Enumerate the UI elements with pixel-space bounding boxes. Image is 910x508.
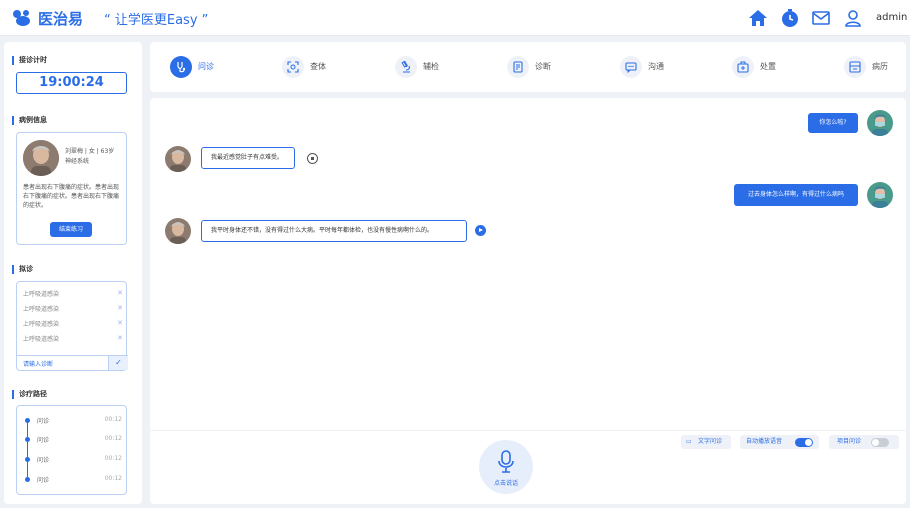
project-consult-control: 项目问诊 <box>829 435 899 449</box>
tab-label: 处置 <box>760 62 776 71</box>
stethoscope-icon <box>170 56 192 78</box>
tab-label: 沟通 <box>648 62 664 71</box>
chat-panel: 你怎么啦? 我最近感觉肚子有点难受。 过去身体怎么样啊，有得过什么病吗 我平时身… <box>150 98 906 504</box>
remove-icon[interactable]: ✕ <box>117 334 123 342</box>
diagnosis-input[interactable]: 请输入诊断 ✓ <box>17 355 128 370</box>
path-title: 诊疗路径 <box>12 390 47 399</box>
tab-label: 问诊 <box>198 62 214 71</box>
document-icon <box>507 56 529 78</box>
patient-message: 我平时身体还不错，没有得过什么大病。平时每年都体检，也没有慢性病啊什么的。 <box>201 220 467 242</box>
diagnosis-item-label: 上呼吸道感染 <box>23 306 60 313</box>
project-consult-toggle[interactable] <box>871 438 889 447</box>
path-item[interactable]: 问诊 00:12 <box>17 416 128 426</box>
tab-label: 查体 <box>310 62 326 71</box>
path-label: 问诊 <box>37 457 50 464</box>
path-label: 问诊 <box>37 477 50 484</box>
case-info-title: 病例信息 <box>12 116 47 125</box>
medkit-icon <box>732 56 754 78</box>
path-label: 问诊 <box>37 437 50 444</box>
doctor-message: 过去身体怎么样啊，有得过什么病吗 <box>734 184 858 206</box>
tab-label: 辅检 <box>423 62 439 71</box>
remove-icon[interactable]: ✕ <box>117 319 123 327</box>
diagnosis-placeholder: 请输入诊断 <box>23 361 54 368</box>
scan-icon <box>282 56 304 78</box>
patient-dept: 神经系统 <box>65 158 90 165</box>
step-tabs: 问诊 查体 辅检 诊断 沟通 处置 病历 <box>150 42 906 92</box>
patient-avatar <box>23 140 59 176</box>
username[interactable]: admin <box>876 12 907 23</box>
doctor-avatar <box>867 110 893 136</box>
diagnosis-item-label: 上呼吸道感染 <box>23 291 60 298</box>
end-practice-button[interactable]: 结束练习 <box>50 222 92 237</box>
path-time: 00:12 <box>104 475 122 482</box>
auto-play-control: 自动播放语音 <box>740 435 819 449</box>
chat-icon <box>620 56 642 78</box>
path-item[interactable]: 问诊 00:12 <box>17 435 128 445</box>
diagnosis-title: 拟诊 <box>12 265 33 274</box>
path-dot <box>25 457 30 462</box>
path-time: 00:12 <box>104 416 122 423</box>
auto-play-toggle[interactable] <box>795 438 813 447</box>
microphone-icon <box>498 450 514 473</box>
record-icon <box>844 56 866 78</box>
diagnosis-item: 上呼吸道感染 ✕ <box>23 319 123 329</box>
stop-audio-icon[interactable] <box>307 153 318 164</box>
play-audio-icon[interactable] <box>475 225 486 236</box>
patient-info: 刘翠梅 | 女 | 63岁 神经系统 <box>65 147 125 167</box>
text-consult-label: 文字问诊 <box>698 438 723 445</box>
patient-basic: 刘翠梅 | 女 | 63岁 <box>65 148 115 155</box>
patient-chat-avatar <box>165 218 191 244</box>
mail-icon[interactable] <box>811 8 831 28</box>
path-time: 00:12 <box>104 435 122 442</box>
path-item[interactable]: 问诊 00:12 <box>17 455 128 465</box>
timer-display: 19:00:24 <box>16 72 127 94</box>
diagnosis-box: 上呼吸道感染 ✕ 上呼吸道感染 ✕ 上呼吸道感染 ✕ 上呼吸道感染 ✕ 请输入诊… <box>16 281 128 371</box>
diagnosis-item-label: 上呼吸道感染 <box>23 336 60 343</box>
patient-message: 我最近感觉肚子有点难受。 <box>201 147 295 169</box>
treatment-path: 问诊 00:12 问诊 00:12 问诊 00:12 问诊 00:12 <box>16 405 127 495</box>
diagnosis-item: 上呼吸道感染 ✕ <box>23 289 123 299</box>
microphone-button[interactable]: 点击说话 <box>479 440 533 494</box>
patient-description: 患者出现右下腹痛的症状。患者出现右下腹痛的症状。患者出现右下腹痛的症状。 <box>23 184 120 209</box>
logo-icon <box>13 10 30 26</box>
doctor-message: 你怎么啦? <box>808 113 858 133</box>
user-icon[interactable] <box>843 8 863 28</box>
doctor-avatar <box>867 182 893 208</box>
check-icon[interactable]: ✓ <box>108 356 128 370</box>
logo-text: 医治易 <box>38 10 84 28</box>
diagnosis-item-label: 上呼吸道感染 <box>23 321 60 328</box>
path-item[interactable]: 问诊 00:12 <box>17 475 128 485</box>
path-timeline <box>27 420 28 482</box>
divider <box>150 430 906 431</box>
text-consult-button[interactable]: ▭ 文字问诊 <box>681 435 731 449</box>
timer-icon[interactable] <box>780 8 800 28</box>
project-consult-label: 项目问诊 <box>837 438 862 445</box>
diagnosis-item: 上呼吸道感染 ✕ <box>23 304 123 314</box>
message-icon: ▭ <box>686 438 692 445</box>
mic-label: 点击说话 <box>493 480 518 487</box>
path-dot <box>25 437 30 442</box>
path-dot <box>25 477 30 482</box>
top-header: 医治易 “ 让学医更Easy ” admin <box>0 0 910 36</box>
remove-icon[interactable]: ✕ <box>117 289 123 297</box>
remove-icon[interactable]: ✕ <box>117 304 123 312</box>
patient-chat-avatar <box>165 146 191 172</box>
timer-title: 接诊计时 <box>12 56 47 65</box>
slogan: “ 让学医更Easy ” <box>104 13 209 28</box>
path-dot <box>25 418 30 423</box>
tab-label: 病历 <box>872 62 888 71</box>
home-icon[interactable] <box>748 8 768 28</box>
patient-card: 刘翠梅 | 女 | 63岁 神经系统 患者出现右下腹痛的症状。患者出现右下腹痛的… <box>16 132 127 245</box>
path-time: 00:12 <box>104 455 122 462</box>
diagnosis-item: 上呼吸道感染 ✕ <box>23 334 123 344</box>
tab-label: 诊断 <box>535 62 551 71</box>
auto-play-label: 自动播放语音 <box>746 438 783 445</box>
microscope-icon <box>395 56 417 78</box>
path-label: 问诊 <box>37 418 50 425</box>
